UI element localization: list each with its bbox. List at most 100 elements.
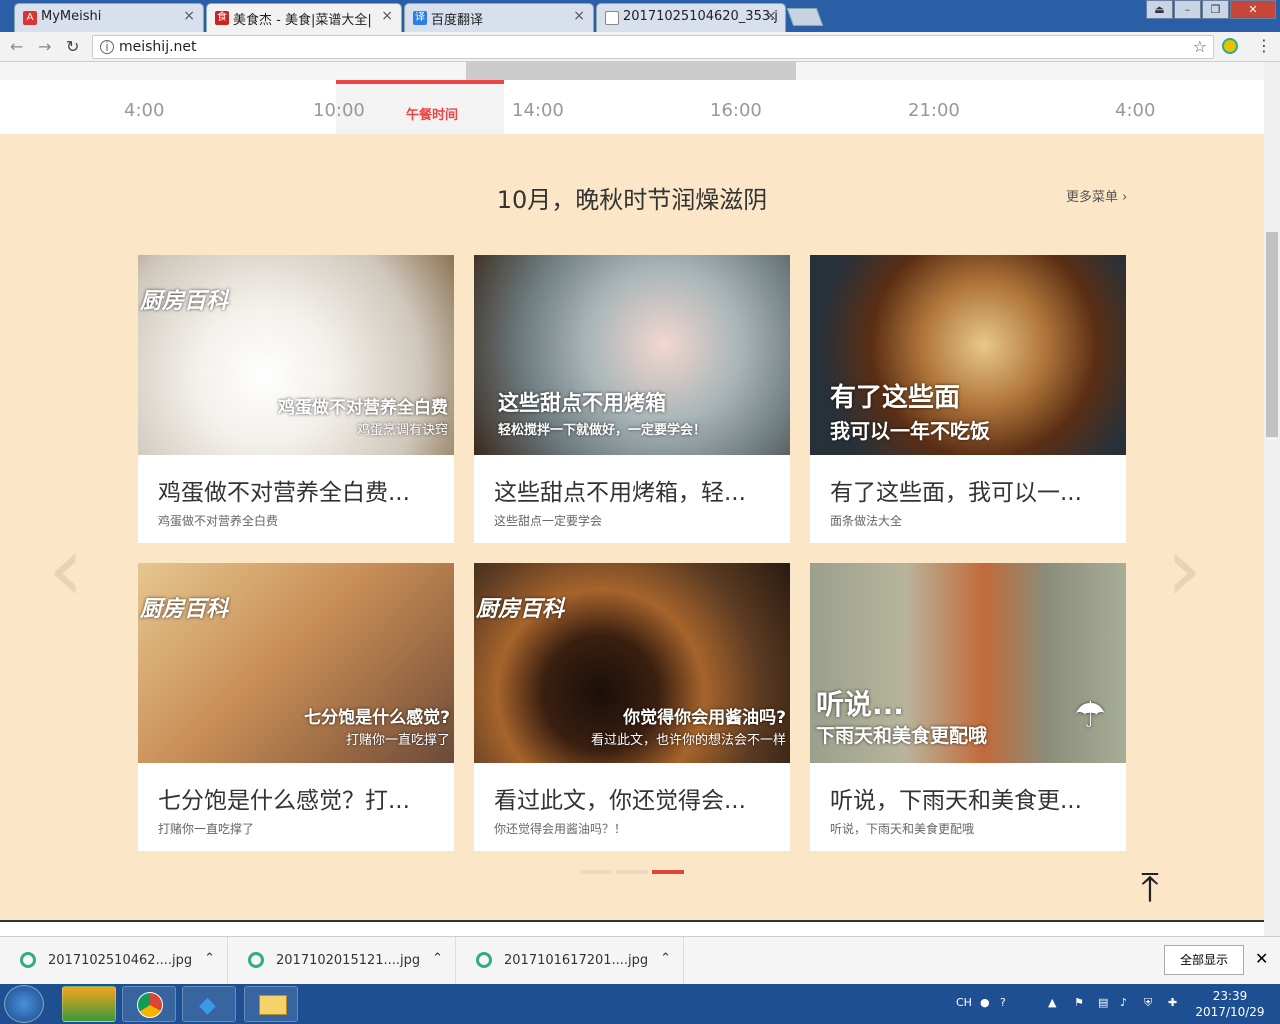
card-subtitle: 你还觉得会用酱油吗？！	[494, 822, 627, 836]
clock-time: 23:39	[1212, 989, 1248, 1003]
scrollbar-thumb[interactable]	[1266, 232, 1278, 437]
card-overlay-title: 有了这些面	[830, 383, 961, 413]
more-menu-link[interactable]: 更多菜单 ›	[1066, 186, 1127, 205]
timeline-tick: 14:00	[512, 100, 564, 121]
minimize-button[interactable]: –	[1174, 0, 1201, 19]
help-icon[interactable]: ?	[1000, 996, 1006, 1009]
system-clock[interactable]: 23:39 2017/10/29	[1194, 988, 1266, 1020]
info-icon[interactable]: i	[100, 40, 114, 54]
recipe-card[interactable]: 厨房百科 七分饱是什么感觉? 打赌你一直吃撑了 七分饱是什么感觉？打... 打赌…	[138, 563, 454, 851]
card-overlay-subtitle: 我可以一年不吃饭	[830, 419, 990, 443]
card-overlay-title: 听说...	[816, 688, 904, 721]
chevron-up-icon[interactable]: ▲	[1048, 996, 1056, 1009]
timeline-tick: 10:00	[313, 100, 365, 121]
reload-icon[interactable]: ↻	[66, 37, 79, 56]
angular-icon: A	[23, 11, 37, 25]
next-arrow-icon[interactable]: ›	[1166, 517, 1202, 622]
card-overlay-subtitle: 下雨天和美食更配哦	[816, 725, 988, 747]
card-image: 听说... 下雨天和美食更配哦 ☂	[810, 563, 1126, 763]
card-title: 听说，下雨天和美食更...	[830, 788, 1082, 814]
vscode-icon[interactable]: ◆	[182, 986, 236, 1022]
recipe-card[interactable]: 这些甜点不用烤箱 轻松搅拌一下就做好，一定要学会！ 这些甜点不用烤箱，轻... …	[474, 255, 790, 543]
tray-icon[interactable]: ●	[980, 996, 990, 1009]
page-scrollbar[interactable]	[1264, 62, 1280, 936]
maximize-button[interactable]: ❐	[1202, 0, 1229, 19]
close-icon[interactable]: ×	[381, 8, 393, 24]
timeline-tick: 4:00	[1115, 100, 1156, 121]
language-indicator[interactable]: CH	[956, 996, 972, 1009]
recipe-card[interactable]: 厨房百科 鸡蛋做不对营养全白费 鸡蛋烹调有诀窍 鸡蛋做不对营养全白费... 鸡蛋…	[138, 255, 454, 543]
url-input[interactable]: i meishij.net ☆	[92, 35, 1214, 59]
app-icon[interactable]	[62, 986, 116, 1022]
forward-icon[interactable]: →	[38, 37, 51, 56]
start-button[interactable]	[4, 985, 44, 1023]
tab-mymeishi[interactable]: A MyMeishi ×	[14, 3, 204, 32]
new-tab-button[interactable]	[786, 8, 824, 26]
prev-arrow-icon[interactable]: ‹	[48, 517, 84, 622]
close-icon[interactable]: ×	[183, 8, 195, 24]
window-close-button[interactable]: ✕	[1230, 0, 1276, 19]
timeline-current-label: 午餐时间	[406, 108, 459, 123]
download-filename: 2017102015121....jpg	[276, 953, 421, 968]
card-overlay-title: 你觉得你会用酱油吗?	[623, 708, 786, 728]
windows-taskbar: ◆ CH ● ? ▲ ⚑ ▤ ♪ ⛨ ✚ 23:39 2017/10/29	[0, 984, 1280, 1024]
card-subtitle: 鸡蛋做不对营养全白费	[158, 514, 279, 528]
card-image: 这些甜点不用烤箱 轻松搅拌一下就做好，一定要学会！	[474, 255, 790, 455]
next-section-edge	[0, 920, 1264, 922]
tab-image-file[interactable]: 20171025104620_353.j ×	[596, 3, 786, 32]
card-overlay-subtitle: 鸡蛋烹调有诀窍	[356, 423, 448, 438]
card-title: 七分饱是什么感觉？打...	[158, 788, 410, 814]
chevron-up-icon[interactable]: ⌃	[432, 951, 443, 966]
card-image: 厨房百科 七分饱是什么感觉? 打赌你一直吃撑了	[138, 563, 454, 763]
page-viewport: 4:00 10:00 午餐时间 14:00 16:00 21:00 4:00 1…	[0, 62, 1264, 922]
download-item[interactable]: 2017102015121....jpg ⌃	[228, 937, 456, 985]
card-overlay-title: 鸡蛋做不对营养全白费	[278, 398, 448, 418]
card-overlay-subtitle: 轻松搅拌一下就做好，一定要学会！	[498, 423, 707, 438]
flag-icon[interactable]: ⚑	[1074, 996, 1084, 1009]
shield-icon[interactable]: ⛨	[1144, 996, 1152, 1010]
close-icon[interactable]: ✕	[1255, 949, 1268, 968]
chevron-up-icon[interactable]: ⌃	[660, 951, 671, 966]
chevron-up-icon[interactable]: ⌃	[204, 951, 215, 966]
carousel-dot[interactable]	[616, 870, 648, 874]
volume-icon[interactable]: ♪	[1120, 996, 1127, 1009]
tab-title: 百度翻译	[431, 13, 484, 28]
folder-icon[interactable]	[244, 986, 298, 1022]
carousel-dot[interactable]	[580, 870, 612, 874]
download-item[interactable]: 2017101617201....jpg ⌃	[456, 937, 684, 985]
card-subtitle: 面条做法大全	[830, 514, 903, 528]
encyclopedia-logo: 厨房百科	[476, 597, 565, 622]
close-icon[interactable]: ×	[573, 8, 585, 24]
network-icon[interactable]: ▤	[1098, 996, 1108, 1009]
recipe-card[interactable]: 厨房百科 你觉得你会用酱油吗? 看过此文，也许你的想法会不一样 看过此文，你还觉…	[474, 563, 790, 851]
download-item[interactable]: 2017102510462....jpg ⌃	[0, 937, 228, 985]
tab-meishij[interactable]: 食 美食杰 - 美食|菜谱大全| ×	[206, 3, 402, 32]
bookmark-star-icon[interactable]: ☆	[1193, 37, 1207, 56]
chrome-icon[interactable]	[122, 986, 176, 1022]
card-title: 看过此文，你还觉得会...	[494, 788, 746, 814]
image-file-icon	[20, 952, 36, 968]
timeline-tick: 21:00	[908, 100, 960, 121]
tab-baidu-translate[interactable]: 译 百度翻译 ×	[404, 3, 594, 32]
card-overlay-subtitle: 打赌你一直吃撑了	[345, 733, 450, 748]
card-image: 有了这些面 我可以一年不吃饭	[810, 255, 1126, 455]
card-subtitle: 打赌你一直吃撑了	[158, 822, 255, 836]
tray-icon[interactable]: ✚	[1168, 996, 1177, 1009]
carousel-dot-active[interactable]	[652, 870, 684, 874]
file-icon	[605, 11, 619, 25]
close-icon[interactable]: ×	[765, 8, 777, 24]
back-icon[interactable]: ←	[10, 37, 23, 56]
recipe-card[interactable]: 有了这些面 我可以一年不吃饭 有了这些面，我可以一... 面条做法大全	[810, 255, 1126, 543]
address-toolbar: ← → ↻ i meishij.net ☆ ⋮	[0, 32, 1280, 62]
back-to-top-icon[interactable]: ⤒	[1126, 866, 1174, 914]
show-all-downloads-button[interactable]: 全部显示	[1164, 945, 1244, 975]
download-filename: 2017101617201....jpg	[504, 953, 649, 968]
meishij-icon: 食	[215, 11, 229, 25]
recipe-card[interactable]: 听说... 下雨天和美食更配哦 ☂ 听说，下雨天和美食更... 听说，下雨天和美…	[810, 563, 1126, 851]
image-file-icon	[248, 952, 264, 968]
user-icon[interactable]: ⏏	[1146, 0, 1173, 19]
image-file-icon	[476, 952, 492, 968]
extension-icon[interactable]	[1222, 38, 1238, 54]
card-subtitle: 这些甜点一定要学会	[494, 514, 603, 528]
menu-icon[interactable]: ⋮	[1256, 36, 1272, 55]
